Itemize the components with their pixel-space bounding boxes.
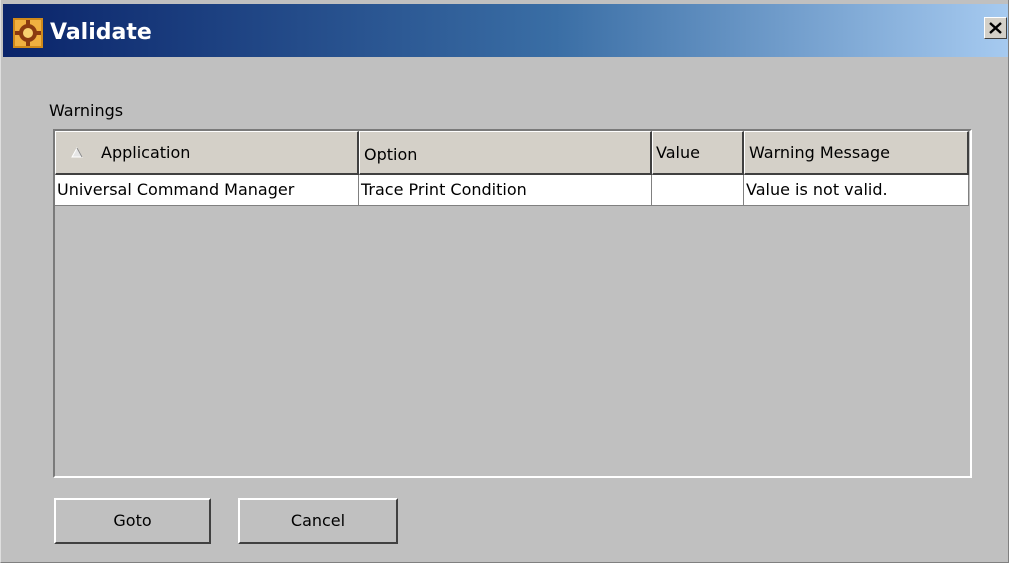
cell-value	[652, 175, 744, 206]
column-label-application: Application	[101, 143, 191, 162]
column-header-value[interactable]: Value	[652, 131, 744, 175]
column-header-warning-message[interactable]: Warning Message	[744, 131, 969, 175]
warnings-table[interactable]: Application Option Value Warning Message…	[53, 129, 972, 478]
cell-option: Trace Print Condition	[359, 175, 652, 206]
close-icon	[989, 22, 1002, 34]
table-header: Application Option Value Warning Message	[55, 131, 970, 175]
cell-warning-message: Value is not valid.	[744, 175, 969, 206]
goto-button[interactable]: Goto	[54, 498, 211, 544]
column-header-application[interactable]: Application	[55, 131, 359, 175]
column-header-option[interactable]: Option	[359, 131, 652, 175]
column-label-warning-message: Warning Message	[749, 143, 890, 162]
sort-ascending-icon	[71, 147, 83, 158]
cancel-button[interactable]: Cancel	[238, 498, 398, 544]
warnings-label: Warnings	[49, 101, 124, 120]
title-bar[interactable]: Validate	[3, 4, 1008, 57]
window-title: Validate	[50, 20, 152, 45]
column-label-option: Option	[364, 145, 418, 164]
table-row[interactable]: Universal Command Manager Trace Print Co…	[55, 175, 970, 206]
validate-app-icon	[13, 18, 43, 48]
column-label-value: Value	[656, 143, 700, 162]
cell-application: Universal Command Manager	[55, 175, 359, 206]
validate-dialog: Validate Warnings Application Option Val…	[0, 0, 1009, 563]
close-button[interactable]	[984, 17, 1007, 39]
